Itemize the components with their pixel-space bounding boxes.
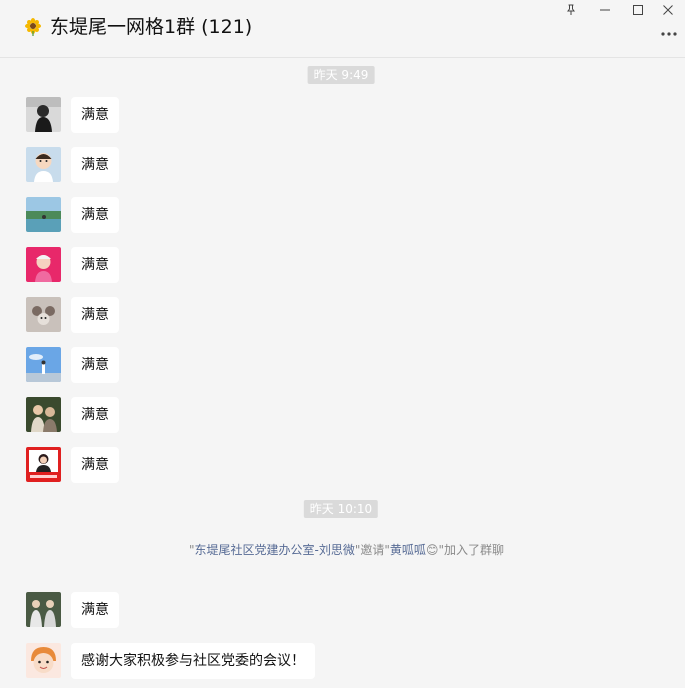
- avatar[interactable]: [26, 147, 61, 182]
- maximize-icon: [633, 5, 643, 15]
- smile-emoji-icon: 😊: [425, 543, 439, 557]
- minimize-button[interactable]: [588, 0, 622, 20]
- notice-join-text: "加入了群聊: [438, 543, 504, 557]
- avatar[interactable]: [26, 447, 61, 482]
- notice-invite-text: "邀请": [354, 543, 390, 557]
- avatar[interactable]: [26, 247, 61, 282]
- chat-area[interactable]: 昨天 9:49 满意 满意 满意 满意 满意 满意 满意 满意 昨天 10:10…: [0, 59, 685, 688]
- message-bubble[interactable]: 满意: [71, 147, 119, 183]
- avatar[interactable]: [26, 197, 61, 232]
- message-bubble[interactable]: 满意: [71, 297, 119, 333]
- more-button[interactable]: [659, 26, 679, 42]
- timestamp: 昨天 10:10: [303, 500, 379, 518]
- minimize-icon: [600, 9, 610, 11]
- sunflower-icon: [25, 18, 41, 36]
- more-icon: [661, 32, 677, 36]
- title-bar: 东堤尾一网格1群 (121): [0, 0, 685, 58]
- chat-title: 东堤尾一网格1群 (121): [50, 16, 253, 38]
- message-bubble[interactable]: 满意: [71, 592, 119, 628]
- avatar[interactable]: [26, 592, 61, 627]
- system-notice: "东堤尾社区党建办公室-刘思微"邀请"黄呱呱😊"加入了群聊: [189, 542, 509, 559]
- pin-button[interactable]: [554, 0, 588, 20]
- avatar[interactable]: [26, 347, 61, 382]
- message-bubble[interactable]: 感谢大家积极参与社区党委的会议！: [71, 643, 315, 679]
- message-bubble[interactable]: 满意: [71, 197, 119, 233]
- invitee-name[interactable]: 黄呱呱: [390, 543, 426, 557]
- avatar[interactable]: [26, 97, 61, 132]
- message-bubble[interactable]: 满意: [71, 397, 119, 433]
- message-bubble[interactable]: 满意: [71, 347, 119, 383]
- timestamp: 昨天 9:49: [307, 66, 375, 84]
- message-bubble[interactable]: 满意: [71, 447, 119, 483]
- avatar[interactable]: [26, 297, 61, 332]
- message-bubble[interactable]: 满意: [71, 97, 119, 133]
- close-icon: [663, 5, 673, 15]
- maximize-button[interactable]: [621, 0, 655, 20]
- avatar[interactable]: [26, 397, 61, 432]
- pin-icon: [567, 4, 575, 15]
- message-bubble[interactable]: 满意: [71, 247, 119, 283]
- inviter-name[interactable]: 东堤尾社区党建办公室-刘思微: [195, 543, 355, 557]
- close-button[interactable]: [651, 0, 685, 20]
- avatar[interactable]: [26, 643, 61, 678]
